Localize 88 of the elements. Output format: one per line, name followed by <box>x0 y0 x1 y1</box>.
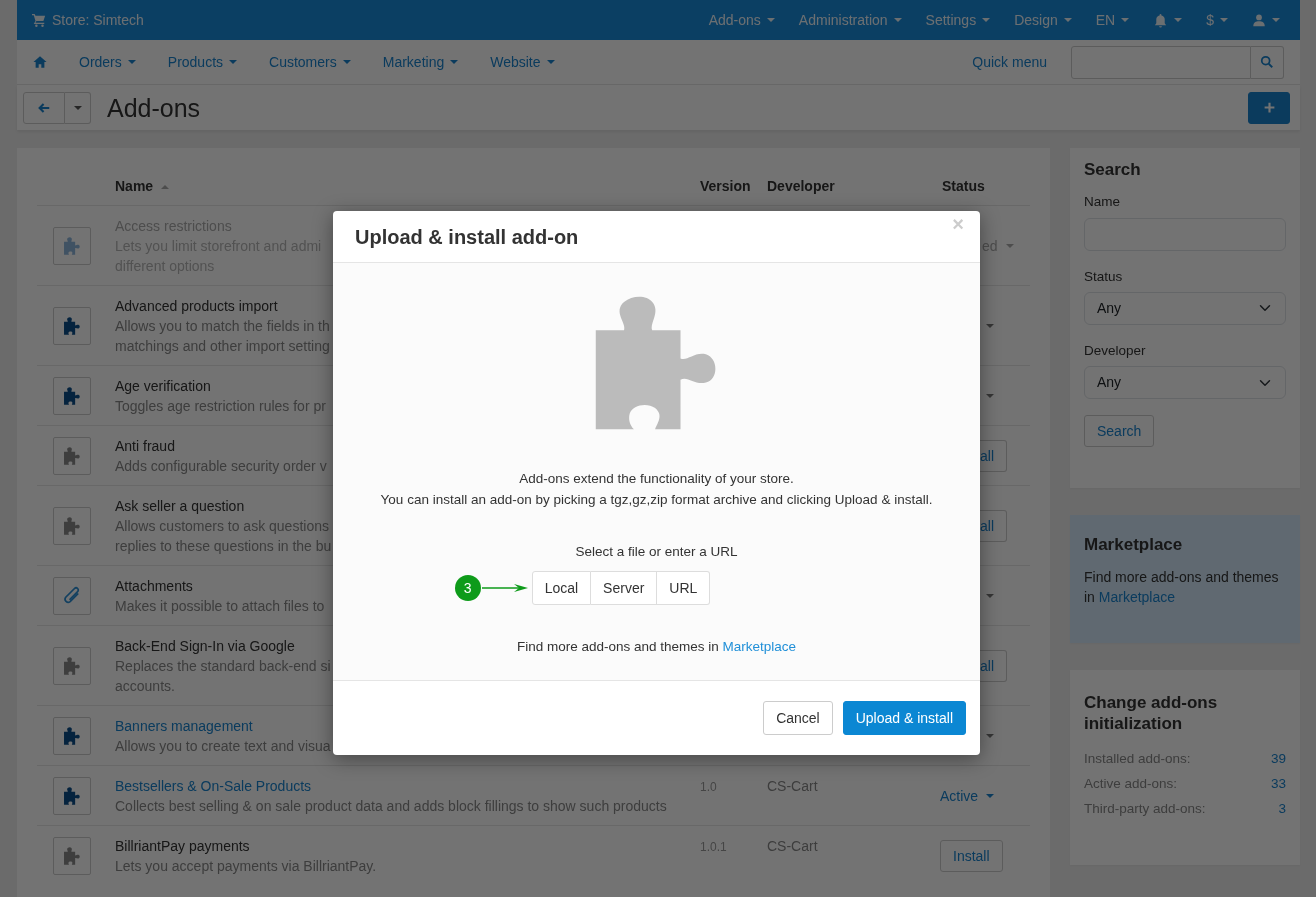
stat-count-link[interactable]: 39 <box>1270 746 1286 771</box>
addon-name: Advanced products import <box>115 297 278 316</box>
field-label: Status <box>1084 267 1124 286</box>
addon-name-link[interactable]: Bestsellers & On-Sale Products <box>115 776 312 796</box>
main-menu-item[interactable]: Orders <box>79 51 136 73</box>
marketplace-link[interactable]: Marketplace <box>722 639 797 655</box>
stat-count-link[interactable]: 3 <box>1278 796 1286 821</box>
close-button[interactable]: × <box>946 213 970 235</box>
top-menu[interactable] <box>1252 13 1280 27</box>
status-dropdown[interactable]: Active <box>940 786 995 806</box>
stat-count-link[interactable]: 33 <box>1270 771 1286 796</box>
install-button[interactable]: all <box>980 510 1007 542</box>
store-label: Store: Simtech <box>32 9 144 31</box>
quick-menu-link[interactable]: Quick menu <box>972 51 1047 73</box>
marketplace-text: Find more add-ons and themes in Marketplace <box>516 638 797 657</box>
addon-name-link[interactable]: Banners management <box>115 716 253 736</box>
top-menu[interactable]: EN <box>1095 9 1130 31</box>
step-number-badge: 3 <box>454 575 481 602</box>
main-menu-item[interactable]: Website <box>490 51 555 73</box>
bell-icon <box>1153 12 1169 28</box>
addon-name: Age verification <box>115 377 211 396</box>
marketplace-text: Find more add-ons and themes in Marketplace <box>1084 568 1280 608</box>
caret-icon[interactable] <box>986 394 994 398</box>
field-label: Developer <box>1084 341 1147 360</box>
add-button[interactable] <box>1248 91 1290 124</box>
panel-title: Change add-ons initialization <box>1084 692 1219 734</box>
caret-icon <box>127 60 136 64</box>
user-icon <box>1252 13 1266 27</box>
addon-name: Anti fraud <box>115 437 175 456</box>
addon-name: BillriantPay payments <box>115 837 250 856</box>
main-menu-item[interactable]: Products <box>167 51 238 73</box>
column-header[interactable]: Name <box>115 176 154 197</box>
column-header[interactable]: Developer <box>767 176 835 197</box>
caret-icon <box>450 60 459 64</box>
caret-icon <box>1121 18 1130 22</box>
source-tab[interactable]: URL <box>657 571 711 606</box>
back-button[interactable] <box>23 91 65 124</box>
source-tab[interactable]: Local <box>531 571 592 606</box>
home-link[interactable] <box>33 55 47 69</box>
top-menu[interactable]: Settings <box>925 9 991 31</box>
cart-icon <box>32 13 46 27</box>
history-dropdown-button[interactable] <box>65 91 91 124</box>
panel-title: Marketplace <box>1084 535 1184 556</box>
column-header[interactable]: Version <box>700 176 751 197</box>
caret-icon[interactable] <box>986 734 994 738</box>
install-button[interactable]: all <box>980 650 1007 682</box>
filter-select[interactable]: Any <box>1084 366 1286 400</box>
caret-icon <box>1272 18 1280 22</box>
addon-name: Attachments <box>115 577 193 596</box>
search-button[interactable] <box>1251 45 1284 79</box>
install-button[interactable]: all <box>980 440 1007 472</box>
caret-icon <box>229 60 238 64</box>
top-menu[interactable] <box>1153 12 1183 28</box>
top-menu[interactable]: Design <box>1014 9 1072 31</box>
home-icon <box>33 55 47 69</box>
addon-name: Ask seller a question <box>115 497 245 516</box>
caret-icon[interactable] <box>986 324 994 328</box>
source-tab[interactable]: Server <box>591 571 658 606</box>
field-label: Name <box>1084 193 1121 212</box>
caret-icon <box>766 18 775 22</box>
caret-icon <box>1063 18 1072 22</box>
marketplace-link[interactable]: Marketplace <box>1098 589 1176 606</box>
upload-install-button[interactable]: Upload & install <box>842 701 966 735</box>
cancel-button[interactable]: Cancel <box>763 701 833 735</box>
plus-icon <box>1262 101 1276 114</box>
intro-text: Add-ons extend the functionality of your store. You can install an add-on by picking a tgz,gz,zip format archive and clicking Upload & install. <box>380 470 933 509</box>
top-menu[interactable]: Add-ons <box>708 9 775 31</box>
caret-icon <box>893 18 902 22</box>
caret-icon <box>342 60 351 64</box>
main-menu-item[interactable]: Customers <box>269 51 351 73</box>
dialog-title: Upload & install add-on <box>355 224 579 250</box>
caret-icon[interactable] <box>986 594 994 598</box>
caret-icon <box>1174 18 1183 22</box>
select-source-label: Select a file or enter a URL <box>575 543 738 561</box>
search-button[interactable]: Search <box>1084 415 1155 448</box>
search-icon <box>1260 55 1274 69</box>
main-menu-item[interactable]: Marketing <box>382 51 459 73</box>
caret-icon <box>1220 18 1228 22</box>
addon-name: Back-End Sign-In via Google <box>115 637 295 656</box>
top-menu[interactable]: $ <box>1206 9 1228 31</box>
caret-icon <box>982 18 991 22</box>
column-header[interactable]: Status <box>942 176 985 197</box>
install-button[interactable]: Install <box>940 840 1003 872</box>
caret-icon <box>546 60 555 64</box>
page-title: Add-ons <box>107 92 201 123</box>
top-menu[interactable]: Administration <box>798 9 902 31</box>
panel-title: Search <box>1084 160 1142 181</box>
filter-select[interactable]: Any <box>1084 291 1286 325</box>
